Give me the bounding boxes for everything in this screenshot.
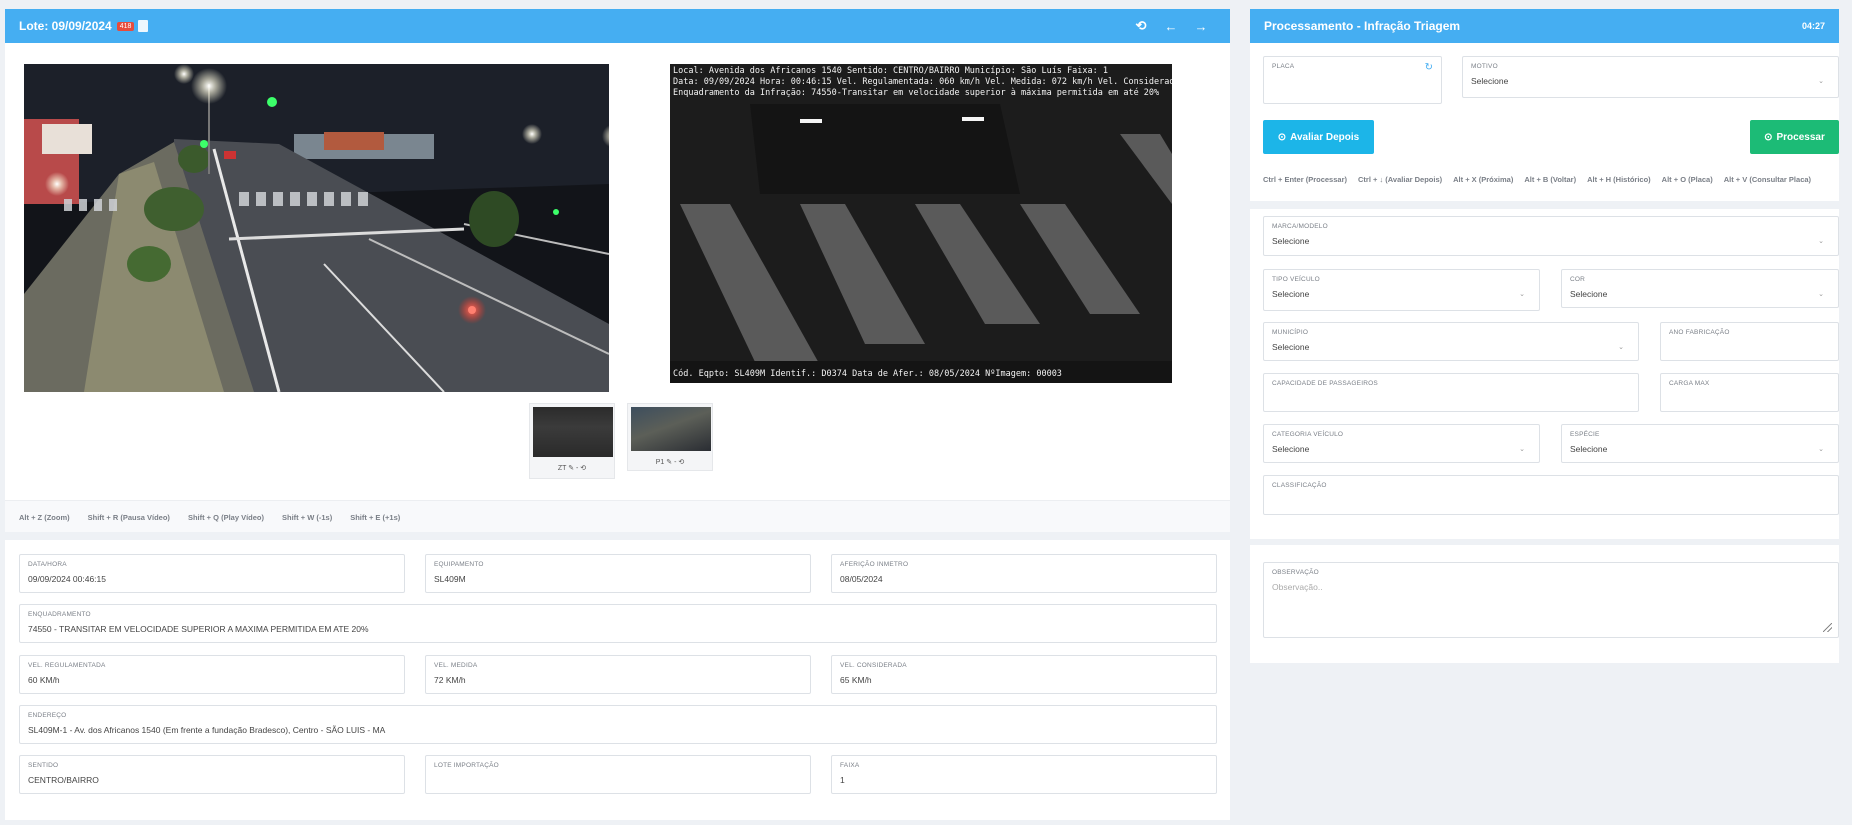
overlay-infraction: Enquadramento da Infração: 74550-Transit… [673,88,1160,98]
especie-select[interactable]: ESPÉCIE Selecione ⌄ [1561,424,1839,463]
arrow-left-icon[interactable]: ← [1156,19,1186,34]
thumbnail-label: P1 [655,459,665,466]
chevron-down-icon: ⌄ [1818,78,1824,85]
vel-regulamentada-field: VEL. REGULAMENTADA 60 KM/h [19,655,405,694]
shortcut-voltar: Alt + B (Voltar) [1524,175,1577,184]
shortcut-consultar: Alt + V (Consultar Placa) [1723,175,1812,184]
chevron-down-icon: ⌄ [1618,344,1624,351]
placa-input[interactable]: PLACA ↻ [1263,56,1442,104]
shortcut-back: Shift + W (-1s) [282,513,333,522]
marca-modelo-select[interactable]: MARCA/MODELO Selecione ⌄ [1263,216,1839,256]
processing-title: Processamento - Infração Triagem [1264,19,1461,33]
lote-header: Lote: 09/09/2024 418 ⟲ ← → [5,9,1230,43]
overlay-location: Local: Avenida dos Africanos 1540 Sentid… [673,66,1108,76]
chevron-down-icon: ⌄ [1519,291,1525,298]
tipo-veiculo-select[interactable]: TIPO VEÍCULO Selecione ⌄ [1263,269,1540,311]
afericao-field: AFERIÇÃO INMETRO 08/05/2024 [831,554,1217,593]
divider [1250,201,1839,209]
processar-button[interactable]: ⊙ Processar [1750,120,1839,154]
cor-select[interactable]: COR Selecione ⌄ [1561,269,1839,308]
check-circle-icon: ⊙ [1764,131,1773,143]
observation-panel: OBSERVAÇÃO Observação.. [1250,545,1839,663]
lote-count-badge: 418 [116,21,135,31]
undo-icon[interactable]: - ⟲ [576,465,586,472]
vel-considerada-field: VEL. CONSIDERADA 65 KM/h [831,655,1217,694]
shortcut-pause: Shift + R (Pausa Vídeo) [87,513,170,522]
resize-handle-icon[interactable] [1823,623,1832,632]
shortcut-proxima: Alt + X (Próxima) [1453,175,1514,184]
camera-capture-photo[interactable]: Local: Avenida dos Africanos 1540 Sentid… [670,64,1172,383]
lote-importacao-field: LOTE IMPORTAÇÃO [425,755,811,794]
chevron-down-icon: ⌄ [1818,291,1824,298]
chevron-down-icon: ⌄ [1818,446,1824,453]
vel-medida-field: VEL. MEDIDA 72 KM/h [425,655,811,694]
shortcut-historico: Alt + H (Histórico) [1587,175,1651,184]
avaliar-depois-button[interactable]: ⊙ Avaliar Depois [1263,120,1374,154]
thumbnail-p1[interactable]: P1 ✎ - ⟲ [627,403,713,471]
history-icon[interactable]: ⟲ [1126,18,1156,34]
arrow-right-icon[interactable]: → [1186,19,1216,34]
details-panel: DATA/HORA 09/09/2024 00:46:15 EQUIPAMENT… [5,540,1230,820]
municipio-select[interactable]: MUNICÍPIO Selecione ⌄ [1263,322,1639,361]
thumbnail-label: ZT [557,465,567,472]
video-shortcuts: Alt + Z (Zoom) Shift + R (Pausa Vídeo) S… [19,513,400,522]
scene-photo-graphic [24,64,609,392]
faixa-field: FAIXA 1 [831,755,1217,794]
categoria-veiculo-select[interactable]: CATEGORIA VEÍCULO Selecione ⌄ [1263,424,1540,463]
refresh-icon[interactable]: ↻ [1425,62,1433,73]
shortcut-zoom: Alt + Z (Zoom) [19,513,70,522]
data-hora-field: DATA/HORA 09/09/2024 00:46:15 [19,554,405,593]
equipamento-field: EQUIPAMENTO SL409M [425,554,811,593]
thumbnail-strip: ZT ✎ - ⟲ P1 ✎ - ⟲ [529,403,713,479]
processing-header: Processamento - Infração Triagem 04:27 [1250,9,1839,43]
carga-max-input[interactable]: CARGA MAX [1660,373,1839,412]
shortcut-processar: Ctrl + Enter (Processar) [1263,175,1347,184]
endereco-field: ENDEREÇO SL409M-1 - Av. dos Africanos 15… [19,705,1217,744]
observacao-textarea[interactable]: OBSERVAÇÃO Observação.. [1263,562,1839,638]
processing-shortcuts: Ctrl + Enter (Processar) Ctrl + ↓ (Avali… [1263,175,1811,184]
thumbnail-p1-image [631,407,711,451]
thumbnail-zt-image [533,407,613,457]
clipboard-icon[interactable] [138,20,149,32]
undo-icon[interactable]: - ⟲ [674,459,684,466]
sentido-field: SENTIDO CENTRO/BAIRRO [19,755,405,794]
lote-title: Lote: 09/09/2024 [19,19,112,33]
classificacao-input[interactable]: CLASSIFICAÇÃO [1263,475,1839,515]
edit-icon[interactable]: ✎ [568,465,574,472]
shortcut-forward: Shift + E (+1s) [350,513,401,522]
overlay-equipment: Cód. Eqpto: SL409M Identif.: D0374 Data … [673,369,1062,379]
overlay-speed: Data: 09/09/2024 Hora: 00:46:15 Vel. Reg… [673,77,1172,87]
chevron-down-icon: ⌄ [1818,238,1824,245]
camera-capture-graphic [670,64,1172,383]
clock-icon: ⊙ [1277,131,1287,143]
image-panel: Lote: 09/09/2024 418 ⟲ ← → Local: Avenid… [5,9,1230,532]
edit-icon[interactable]: ✎ [666,459,672,466]
shortcut-avaliar: Ctrl + ↓ (Avaliar Depois) [1358,175,1443,184]
capacidade-passageiros-input[interactable]: CAPACIDADE DE PASSAGEIROS [1263,373,1639,412]
scene-photo[interactable] [24,64,609,392]
shortcut-play: Shift + Q (Play Vídeo) [187,513,264,522]
thumbnail-zt[interactable]: ZT ✎ - ⟲ [529,403,615,479]
enquadramento-field: ENQUADRAMENTO 74550 - TRANSITAR EM VELOC… [19,604,1217,643]
timer: 04:27 [1801,21,1825,31]
motivo-select[interactable]: MOTIVO Selecione ⌄ [1462,56,1839,98]
processing-panel: Processamento - Infração Triagem 04:27 P… [1250,9,1839,539]
chevron-down-icon: ⌄ [1519,446,1525,453]
shortcut-placa: Alt + O (Placa) [1661,175,1713,184]
ano-fabricacao-input[interactable]: ANO FABRICAÇÃO [1660,322,1839,361]
